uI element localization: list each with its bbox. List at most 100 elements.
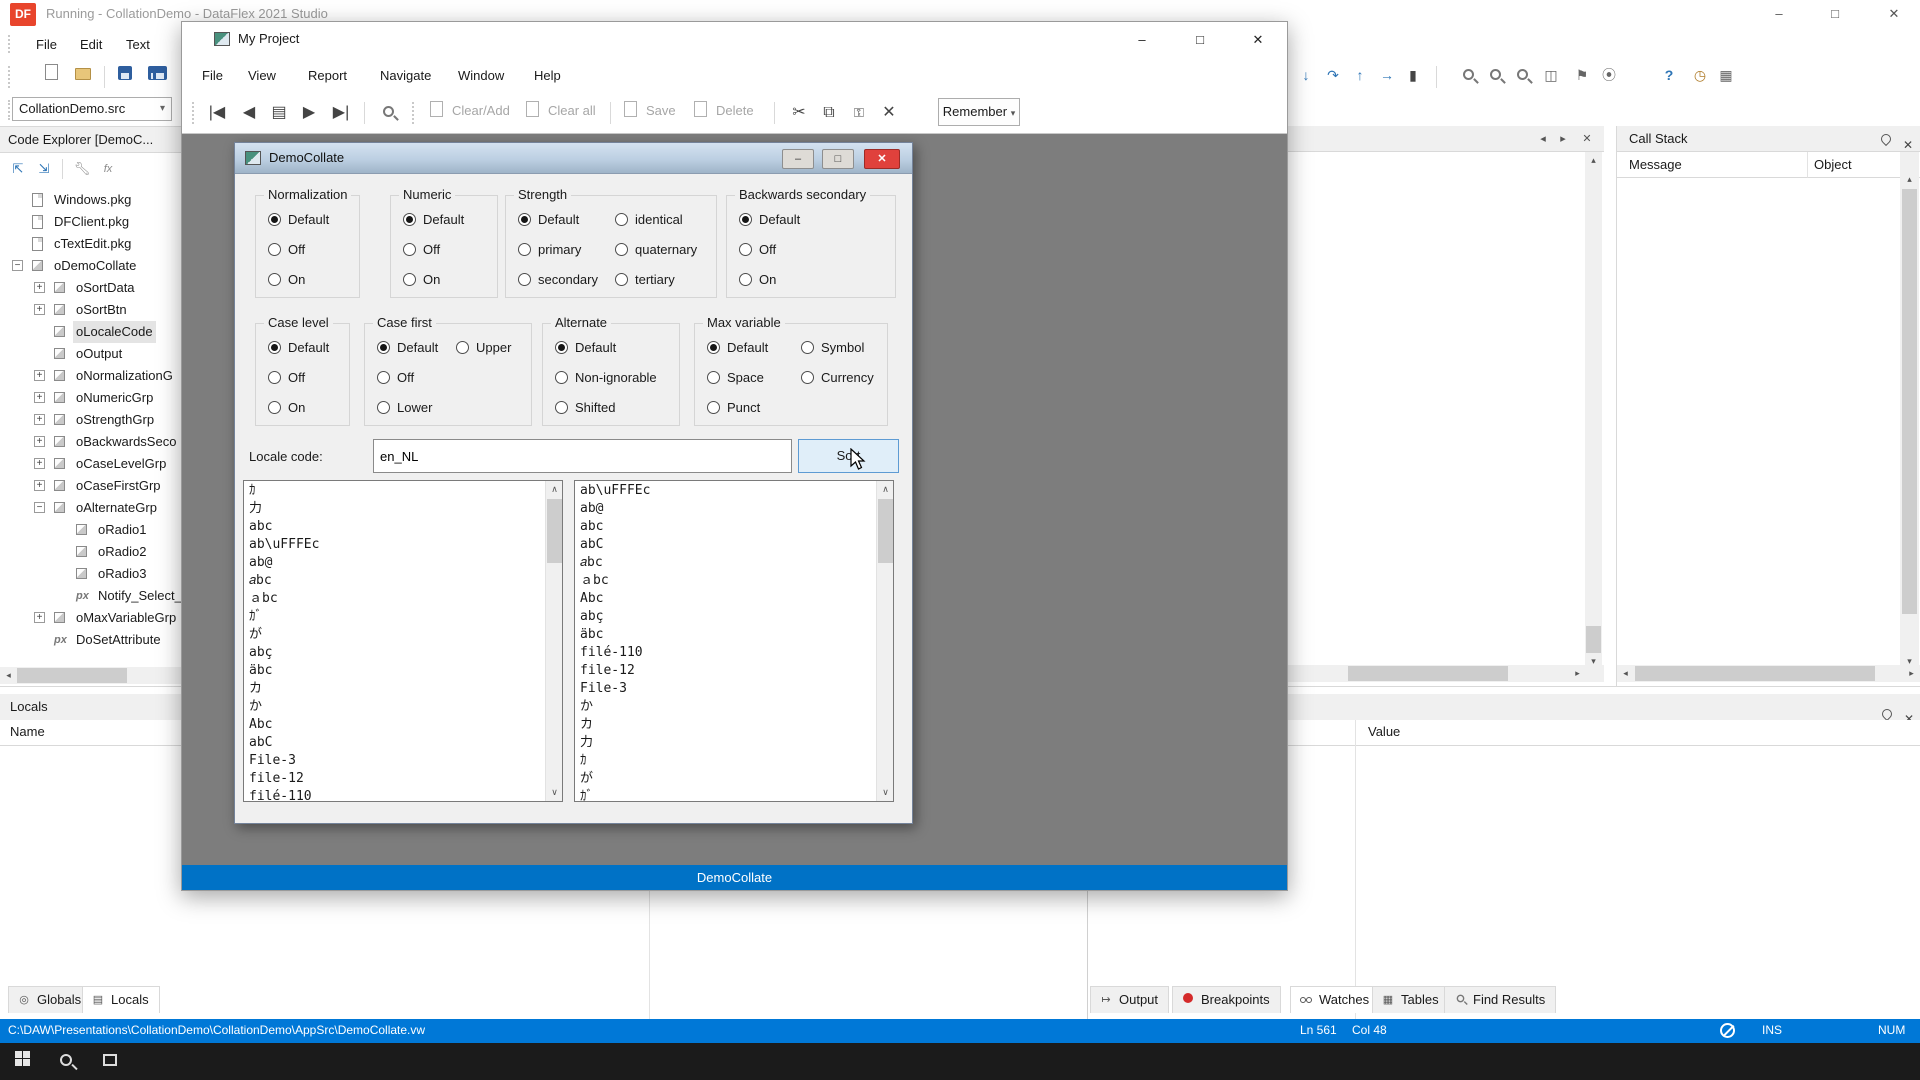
delete-selection-icon[interactable]: ✕ <box>876 99 902 127</box>
radio-symbol[interactable]: Symbol <box>801 338 864 358</box>
list-item[interactable]: 𝑎bc <box>575 554 875 572</box>
tree-item-oNormalizationG[interactable]: +oNormalizationG <box>0 365 196 387</box>
tree-item-oAlternateGrp[interactable]: −oAlternateGrp <box>0 497 196 519</box>
open-file-icon[interactable] <box>70 62 96 88</box>
record-list-icon[interactable]: ▤ <box>266 99 292 127</box>
tree-item-oDemoCollate[interactable]: − oDemoCollate <box>0 255 196 277</box>
tree-item-label[interactable]: cTextEdit.pkg <box>54 233 131 255</box>
scroll-up-icon[interactable]: ∧ <box>877 481 894 498</box>
radio-default[interactable]: Default <box>268 338 329 358</box>
radio-quaternary[interactable]: quaternary <box>615 240 697 260</box>
save-label[interactable]: Save <box>646 103 676 118</box>
tree-item-label[interactable]: oBackwardsSeco <box>76 431 176 453</box>
menu-file[interactable]: File <box>28 34 65 55</box>
debug-step-icon[interactable]: ↓ <box>1293 62 1319 88</box>
radio-icon[interactable] <box>707 401 720 414</box>
save-icon[interactable] <box>620 99 640 127</box>
sync-up-icon[interactable]: ⇱ <box>6 157 30 181</box>
radio-icon[interactable] <box>555 341 568 354</box>
call-stack-vscrollbar[interactable]: ▴ ▾ <box>1900 152 1919 670</box>
list-item[interactable]: Abc <box>244 716 544 734</box>
radio-shifted[interactable]: Shifted <box>555 398 615 418</box>
list-item[interactable]: ａbc <box>244 590 544 608</box>
last-record-icon[interactable]: ▶| <box>326 99 356 127</box>
call-stack-hscrollbar[interactable]: ◂ ▸ <box>1617 665 1920 682</box>
radio-currency[interactable]: Currency <box>801 368 874 388</box>
sync-down-icon[interactable]: ⇲ <box>32 157 56 181</box>
radio-off[interactable]: Off <box>403 240 440 260</box>
tree-item-label[interactable]: DoSetAttribute <box>76 629 161 651</box>
radio-default[interactable]: Default <box>555 338 616 358</box>
list-item[interactable]: カ <box>575 716 875 734</box>
input-listbox[interactable]: ｶ力abcab\uFFFEcab@𝑎bcａbcｶﾞがabçäbcカかAbcabC… <box>243 480 563 802</box>
expand-icon[interactable]: + <box>34 458 45 469</box>
expand-icon[interactable]: + <box>34 414 45 425</box>
list-item[interactable]: ab@ <box>575 500 875 518</box>
clear-add-icon[interactable] <box>426 99 446 127</box>
ide-close-button[interactable]: ✕ <box>1868 0 1920 28</box>
radio-icon[interactable] <box>615 273 628 286</box>
tree-item-label[interactable]: oDemoCollate <box>54 255 136 277</box>
compare-icon[interactable]: ◫ <box>1538 62 1564 88</box>
tree-item-oOutput[interactable]: oOutput <box>0 343 196 365</box>
clear-add-label[interactable]: Clear/Add <box>452 103 510 118</box>
tree-item-label[interactable]: oCaseFirstGrp <box>76 475 161 497</box>
radio-icon[interactable] <box>707 371 720 384</box>
sort-button[interactable]: Sort <box>798 439 899 473</box>
expand-icon[interactable]: + <box>34 392 45 403</box>
tree-item-label[interactable]: oSortData <box>76 277 135 299</box>
radio-punct[interactable]: Punct <box>707 398 760 418</box>
col-name[interactable]: Name <box>10 724 45 739</box>
find-next-icon[interactable] <box>1482 62 1508 88</box>
expand-icon[interactable]: + <box>34 370 45 381</box>
tree-item-oSortData[interactable]: +oSortData <box>0 277 196 299</box>
radio-icon[interactable] <box>268 401 281 414</box>
remember-button[interactable]: Remember ▾ <box>938 98 1020 126</box>
radio-off[interactable]: Off <box>739 240 776 260</box>
list-item[interactable]: abC <box>244 734 544 752</box>
radio-default[interactable]: Default <box>403 210 464 230</box>
dialog-maximize-button[interactable]: □ <box>822 149 854 169</box>
list-item[interactable]: äbc <box>575 626 875 644</box>
locate-icon[interactable]: ⦿ <box>1596 62 1622 88</box>
radio-icon[interactable] <box>403 243 416 256</box>
radio-tertiary[interactable]: tertiary <box>615 270 675 290</box>
editor-vscrollbar[interactable]: ▴ ▾ <box>1585 152 1602 670</box>
list-item[interactable]: file-12 <box>244 770 544 788</box>
list-item[interactable]: ab\uFFFEc <box>244 536 544 554</box>
radio-upper[interactable]: Upper <box>456 338 511 358</box>
tree-item-oNumericGrp[interactable]: +oNumericGrp <box>0 387 196 409</box>
radio-on[interactable]: On <box>268 398 305 418</box>
list-item[interactable]: abc <box>244 518 544 536</box>
taskbar-search-icon[interactable] <box>44 1043 88 1080</box>
radio-icon[interactable] <box>801 371 814 384</box>
radio-off[interactable]: Off <box>377 368 414 388</box>
listbox-vscrollbar[interactable]: ∧ ∨ <box>876 481 893 801</box>
radio-icon[interactable] <box>268 213 281 226</box>
history-icon[interactable]: ◷ <box>1687 62 1713 88</box>
tab-scroll-left-icon[interactable]: ◂ <box>1533 129 1553 149</box>
project-maximize-button[interactable]: □ <box>1180 26 1220 54</box>
find-icon[interactable] <box>1455 62 1481 88</box>
list-item[interactable]: ｶﾞ <box>575 788 875 802</box>
tree-item-label[interactable]: oCaseLevelGrp <box>76 453 166 475</box>
tab-breakpoints[interactable]: Breakpoints <box>1172 986 1281 1013</box>
collapse-icon[interactable]: − <box>12 260 23 271</box>
tree-item-oCaseFirstGrp[interactable]: +oCaseFirstGrp <box>0 475 196 497</box>
copy-icon[interactable]: ⧉ <box>816 99 842 127</box>
radio-off[interactable]: Off <box>268 368 305 388</box>
tab-globals[interactable]: ◎ Globals <box>8 986 92 1013</box>
tree-item-label[interactable]: oLocaleCode <box>73 321 156 343</box>
tab-output[interactable]: ↦ Output <box>1090 986 1169 1013</box>
radio-icon[interactable] <box>707 341 720 354</box>
delete-label[interactable]: Delete <box>716 103 754 118</box>
radio-icon[interactable] <box>268 243 281 256</box>
radio-icon[interactable] <box>739 213 752 226</box>
radio-on[interactable]: On <box>403 270 440 290</box>
cut-icon[interactable]: ✂ <box>786 99 812 127</box>
radio-icon[interactable] <box>518 213 531 226</box>
scroll-left-icon[interactable]: ◂ <box>0 667 17 684</box>
previous-record-icon[interactable]: ◀ <box>236 99 262 127</box>
radio-default[interactable]: Default <box>707 338 768 358</box>
menu-report[interactable]: Report <box>300 65 355 86</box>
